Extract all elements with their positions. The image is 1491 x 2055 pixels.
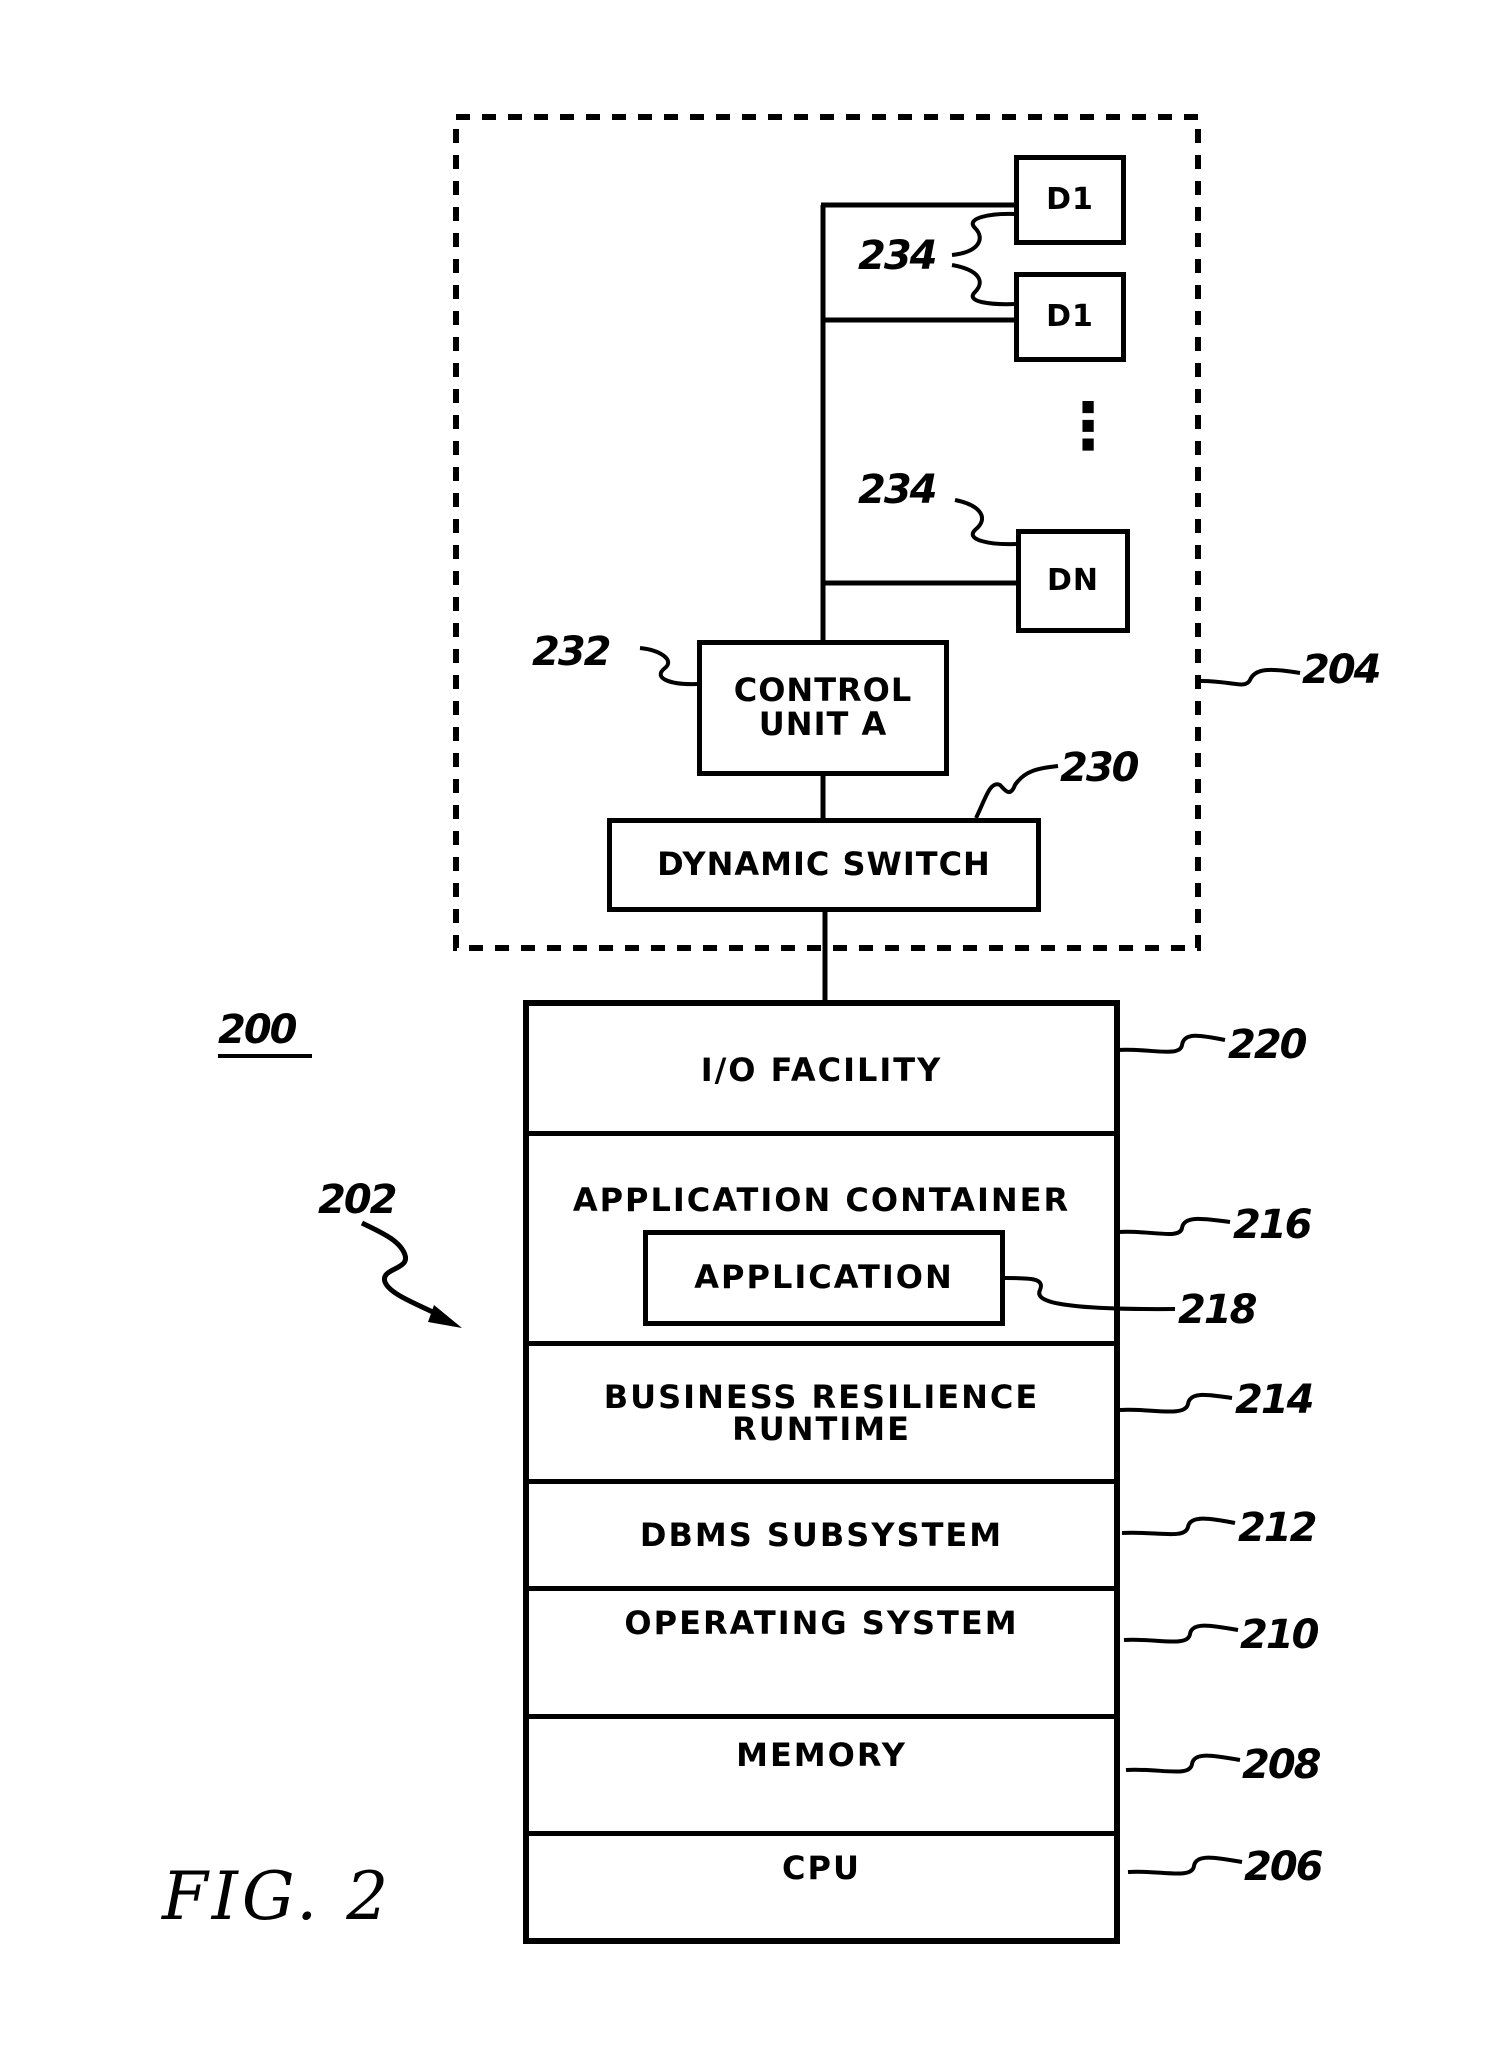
leader-204 <box>1197 667 1301 687</box>
computer-stack: I/O FACILITY APPLICATION CONTAINER APPLI… <box>523 1000 1120 1944</box>
layer-label: CPU <box>782 1849 861 1887</box>
layer-io-facility[interactable]: I/O FACILITY <box>529 1006 1114 1134</box>
device-ellipsis: ⋮ <box>1056 390 1120 464</box>
application-box[interactable]: APPLICATION <box>643 1230 1005 1326</box>
control-unit-a[interactable]: CONTROL UNIT A <box>697 640 949 776</box>
dynamic-switch[interactable]: DYNAMIC SWITCH <box>607 818 1041 912</box>
leader-216 <box>1117 1216 1231 1236</box>
leader-230 <box>974 764 1059 819</box>
ref-234-a: 234 <box>858 233 937 279</box>
ref-206: 206 <box>1244 1844 1323 1890</box>
layer-label: I/O FACILITY <box>700 1051 943 1089</box>
layer-label-line1: BUSINESS RESILIENCE <box>603 1377 1040 1416</box>
layer-label-line2: RUNTIME <box>732 1409 911 1448</box>
figure-caption: FIG. 2 <box>162 1858 393 1935</box>
leader-234-c <box>954 498 1017 547</box>
layer-operating-system[interactable]: OPERATING SYSTEM <box>529 1591 1114 1714</box>
application-label: APPLICATION <box>694 1258 954 1297</box>
layer-label: DBMS SUBSYSTEM <box>639 1516 1004 1554</box>
ref-218: 218 <box>1178 1287 1257 1333</box>
dynamic-switch-label: DYNAMIC SWITCH <box>657 845 991 884</box>
ref-214: 214 <box>1235 1377 1314 1423</box>
layer-label: MEMORY <box>736 1736 907 1774</box>
leader-214 <box>1119 1392 1233 1414</box>
ref-210: 210 <box>1240 1612 1319 1658</box>
ref-212: 212 <box>1238 1505 1317 1551</box>
leader-234-a <box>951 211 1017 257</box>
leader-212 <box>1121 1516 1236 1537</box>
control-unit-label-line2: UNIT A <box>758 705 888 743</box>
device-d1-second[interactable]: D1 <box>1014 272 1126 362</box>
ref-200: 200 <box>218 1007 297 1053</box>
leader-232 <box>639 646 698 687</box>
ref-230: 230 <box>1060 745 1139 791</box>
layer-business-resilience-runtime[interactable]: BUSINESS RESILIENCE RUNTIME <box>529 1346 1114 1479</box>
layer-dbms-subsystem[interactable]: DBMS SUBSYSTEM <box>529 1484 1114 1586</box>
arrow-head-202 <box>428 1305 462 1328</box>
leader-234-b <box>951 263 1017 307</box>
ref-220: 220 <box>1228 1022 1307 1068</box>
device-d1[interactable]: D1 <box>1014 155 1126 245</box>
layer-cpu[interactable]: CPU <box>529 1836 1114 1938</box>
ref-204: 204 <box>1302 647 1381 693</box>
ref-216: 216 <box>1233 1202 1312 1248</box>
device-dn[interactable]: DN <box>1016 529 1130 633</box>
ref-234-b: 234 <box>858 467 937 513</box>
control-unit-label-line1: CONTROL <box>733 671 913 710</box>
ref-232: 232 <box>532 629 611 675</box>
layer-label: APPLICATION CONTAINER <box>572 1181 1071 1219</box>
leader-206 <box>1127 1855 1243 1876</box>
leader-210 <box>1123 1623 1239 1644</box>
layer-label: OPERATING SYSTEM <box>624 1604 1019 1642</box>
leader-208 <box>1125 1753 1241 1774</box>
device-label: DN <box>1046 563 1099 599</box>
leader-220 <box>1116 1033 1226 1054</box>
device-label: D1 <box>1046 299 1094 335</box>
ref-202: 202 <box>318 1177 397 1223</box>
layer-memory[interactable]: MEMORY <box>529 1719 1114 1831</box>
ref-208: 208 <box>1242 1742 1321 1788</box>
layer-application-container[interactable]: APPLICATION CONTAINER <box>529 1136 1114 1216</box>
device-label: D1 <box>1046 182 1094 218</box>
leader-202 <box>360 1220 447 1321</box>
